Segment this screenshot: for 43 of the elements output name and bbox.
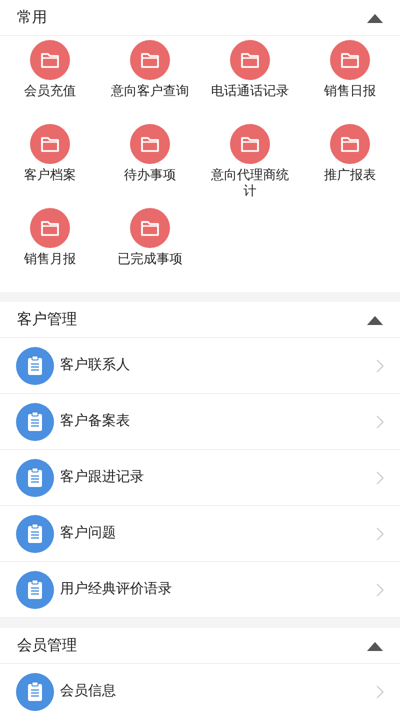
clipboard-icon [16, 458, 54, 496]
clipboard-icon [16, 402, 54, 440]
menu-row[interactable]: 会员信息 [0, 664, 400, 711]
chevron-right-icon [376, 470, 384, 484]
menu-row[interactable]: 客户联系人 [0, 338, 400, 394]
chevron-right-icon [376, 684, 384, 698]
section-title: 常用 [17, 7, 47, 28]
shortcut-item[interactable]: 电话通话记录 [200, 40, 300, 124]
chevron-right-icon [376, 358, 384, 372]
chevron-right-icon [376, 526, 384, 540]
clipboard-icon [16, 514, 54, 552]
menu-row[interactable]: 客户跟进记录 [0, 450, 400, 506]
folder-icon [330, 124, 370, 164]
collapse-icon[interactable] [367, 640, 383, 650]
folder-icon [130, 124, 170, 164]
shortcut-item[interactable]: 会员充值 [0, 40, 100, 124]
chevron-right-icon [376, 582, 384, 596]
collapse-icon[interactable] [367, 12, 383, 22]
shortcut-item[interactable]: 客户档案 [0, 124, 100, 208]
folder-icon [330, 40, 370, 80]
folder-icon [30, 208, 70, 248]
menu-row[interactable]: 用户经典评价语录 [0, 562, 400, 618]
menu-row[interactable]: 客户备案表 [0, 394, 400, 450]
shortcut-item[interactable]: 已完成事项 [100, 208, 200, 292]
clipboard-icon [16, 346, 54, 384]
menu-row[interactable]: 客户问题 [0, 506, 400, 562]
folder-icon [230, 124, 270, 164]
shortcut-item[interactable]: 销售月报 [0, 208, 100, 292]
folder-icon [130, 40, 170, 80]
section-title: 会员管理 [17, 635, 77, 656]
folder-icon [130, 208, 170, 248]
collapse-icon[interactable] [367, 314, 383, 324]
shortcut-item[interactable]: 待办事项 [100, 124, 200, 208]
section-title: 客户管理 [17, 309, 77, 330]
folder-icon [30, 40, 70, 80]
shortcut-item[interactable]: 推广报表 [300, 124, 400, 208]
folder-icon [230, 40, 270, 80]
clipboard-icon [16, 570, 54, 608]
shortcut-item[interactable]: 销售日报 [300, 40, 400, 124]
shortcut-item[interactable]: 意向代理商统计 [200, 124, 300, 208]
folder-icon [30, 124, 70, 164]
shortcut-item[interactable]: 意向客户查询 [100, 40, 200, 124]
chevron-right-icon [376, 414, 384, 428]
